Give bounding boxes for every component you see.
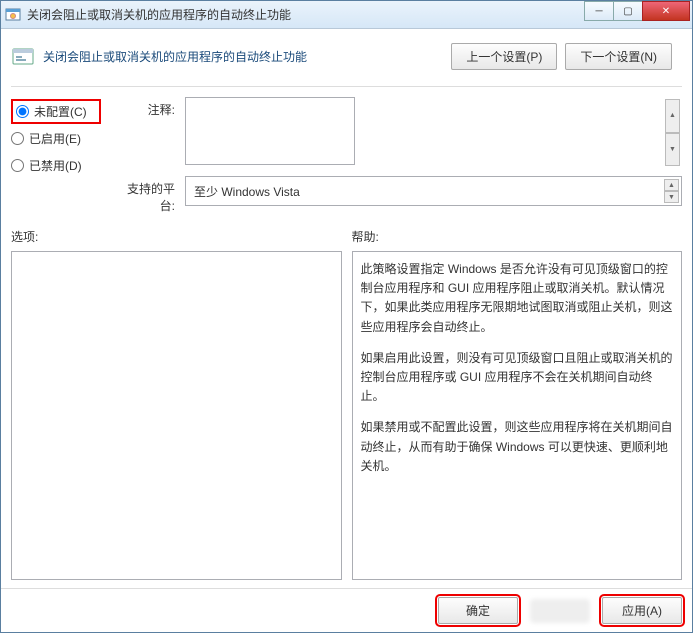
minimize-button[interactable]: ─ [584,1,614,21]
apply-button[interactable]: 应用(A) [602,597,682,624]
content-area: 关闭会阻止或取消关机的应用程序的自动终止功能 上一个设置(P) 下一个设置(N)… [1,29,692,588]
close-button[interactable]: ✕ [642,1,690,21]
next-setting-button[interactable]: 下一个设置(N) [565,43,672,70]
options-box [11,251,342,580]
radio-not-configured-input[interactable] [16,105,29,118]
radio-disabled-input[interactable] [11,159,24,172]
policy-icon [11,45,35,69]
help-text-2: 如果启用此设置，则没有可见顶级窗口且阻止或取消关机的控制台应用程序或 GUI 应… [361,349,674,407]
titlebar[interactable]: 关闭会阻止或取消关机的应用程序的自动终止功能 ─ ▢ ✕ [1,1,692,29]
platform-box: 至少 Windows Vista ▲▼ [185,176,682,206]
radio-enabled-input[interactable] [11,132,24,145]
radio-not-configured-label: 未配置(C) [34,103,87,120]
prev-setting-button[interactable]: 上一个设置(P) [451,43,557,70]
platform-value: 至少 Windows Vista [194,183,300,200]
comment-textarea[interactable] [185,97,355,165]
radio-enabled-label: 已启用(E) [29,130,81,147]
footer: 确定 应用(A) [1,588,692,632]
divider [11,86,682,87]
radio-enabled[interactable]: 已启用(E) [11,130,101,147]
radio-disabled[interactable]: 已禁用(D) [11,157,101,174]
dialog-window: 关闭会阻止或取消关机的应用程序的自动终止功能 ─ ▢ ✕ 关闭会阻止或取消关机的… [0,0,693,633]
policy-title: 关闭会阻止或取消关机的应用程序的自动终止功能 [43,48,451,65]
ok-button[interactable]: 确定 [438,597,518,624]
obscured-button [530,599,590,623]
help-panel: 帮助: 此策略设置指定 Windows 是否允许没有可见顶级窗口的控制台应用程序… [352,228,683,580]
platform-scroll[interactable]: ▲▼ [664,179,679,203]
radio-disabled-label: 已禁用(D) [29,157,82,174]
maximize-button[interactable]: ▢ [613,1,643,21]
form-right: 注释: ▲▼ 支持的平台: 至少 Windows Vista ▲▼ [119,97,682,214]
window-buttons: ─ ▢ ✕ [585,1,690,21]
radio-group: 未配置(C) 已启用(E) 已禁用(D) [11,97,101,214]
nav-buttons: 上一个设置(P) 下一个设置(N) [451,43,672,70]
options-label: 选项: [11,228,342,245]
options-panel: 选项: [11,228,342,580]
comment-label: 注释: [119,97,175,118]
lower-panels: 选项: 帮助: 此策略设置指定 Windows 是否允许没有可见顶级窗口的控制台… [11,228,682,580]
help-text-3: 如果禁用或不配置此设置，则这些应用程序将在关机期间自动终止，从而有助于确保 Wi… [361,418,674,476]
help-label: 帮助: [352,228,683,245]
platform-label: 支持的平台: [119,176,175,214]
radio-not-configured[interactable]: 未配置(C) [11,99,101,124]
header-row: 关闭会阻止或取消关机的应用程序的自动终止功能 上一个设置(P) 下一个设置(N) [11,43,682,70]
comment-scroll[interactable]: ▲▼ [665,99,680,166]
platform-row: 支持的平台: 至少 Windows Vista ▲▼ [119,176,682,214]
help-box: 此策略设置指定 Windows 是否允许没有可见顶级窗口的控制台应用程序和 GU… [352,251,683,580]
config-area: 未配置(C) 已启用(E) 已禁用(D) 注释: ▲▼ [11,97,682,214]
comment-row: 注释: ▲▼ [119,97,682,168]
help-text-1: 此策略设置指定 Windows 是否允许没有可见顶级窗口的控制台应用程序和 GU… [361,260,674,337]
app-icon [5,7,21,23]
